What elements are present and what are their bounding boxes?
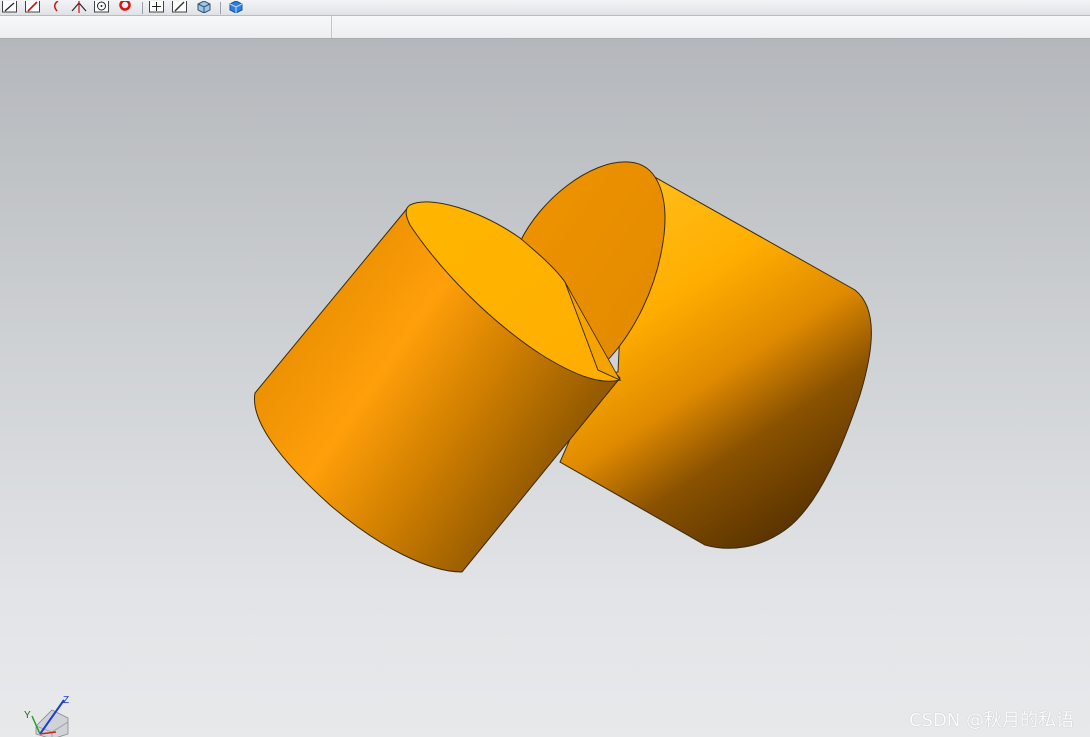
toolbar	[0, 0, 1090, 16]
watermark-text: CSDN @秋月的私语	[908, 710, 1074, 731]
line-icon[interactable]	[0, 0, 20, 15]
coordinate-triad: Y Z	[24, 695, 69, 737]
trim-icon[interactable]	[69, 0, 89, 15]
circle-point-icon[interactable]	[92, 0, 112, 15]
plus-icon[interactable]	[147, 0, 167, 15]
solid-model[interactable]	[0, 39, 1090, 737]
status-prompt	[0, 16, 332, 38]
cube-solid-icon[interactable]	[225, 0, 245, 15]
toolbar-separator	[220, 1, 221, 14]
status-message	[332, 16, 1090, 38]
status-bar	[0, 16, 1090, 39]
triad-z-label: Z	[63, 695, 69, 706]
cube-view-icon[interactable]	[193, 0, 213, 15]
pencil-red-icon[interactable]	[23, 0, 43, 15]
triad-y-label: Y	[24, 710, 31, 721]
red-ring-icon[interactable]	[115, 0, 135, 15]
arc-icon[interactable]	[46, 0, 66, 15]
pencil-icon[interactable]	[170, 0, 190, 15]
toolbar-separator	[142, 1, 143, 14]
graphics-viewport[interactable]: Y Z CSDN @秋月的私语	[0, 39, 1090, 737]
cad-window: Y Z CSDN @秋月的私语	[0, 0, 1090, 737]
